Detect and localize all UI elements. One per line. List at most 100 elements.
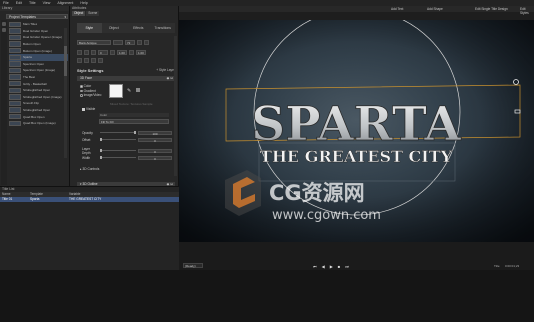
list-item[interactable]: Spectrum Open: [9, 61, 68, 68]
list-item[interactable]: Duel Grinder Open: [9, 28, 68, 35]
list-item[interactable]: Gritty - Basketball: [9, 80, 68, 87]
eye-icon[interactable]: ◉ ⊟: [167, 76, 173, 80]
subtab-transitions[interactable]: Transitions: [151, 23, 176, 33]
title-list-panel: Title List Name Template Variable Title …: [0, 186, 179, 270]
edit-styles-button[interactable]: Edit Styles: [520, 7, 534, 15]
list-item-label: Strobeglitched Open: [23, 108, 51, 113]
bold-button[interactable]: [137, 39, 142, 45]
list-view-icon[interactable]: [2, 28, 6, 32]
list-item-label: Spectrum Open: [23, 61, 45, 66]
font-row: Bank Antique 72: [77, 39, 175, 45]
width-value[interactable]: 0: [138, 155, 172, 161]
tab-scene[interactable]: Scene: [86, 11, 100, 16]
leading-field[interactable]: 0: [98, 49, 108, 55]
stop-icon[interactable]: ■: [338, 264, 340, 269]
tab-object[interactable]: Object: [72, 11, 86, 16]
library-side-toolbar: [1, 20, 7, 185]
list-item[interactable]: Spectrum Open (Image): [9, 67, 68, 74]
list-item[interactable]: Strobeglitched Open: [9, 107, 68, 114]
add-shape-button[interactable]: Add Shape: [427, 7, 443, 11]
layer-depth-slider-knob[interactable]: [100, 149, 102, 152]
library-scrollbar-thumb[interactable]: [64, 46, 67, 76]
all-caps-button[interactable]: [91, 57, 96, 63]
list-item[interactable]: Main Titles: [9, 21, 68, 28]
menu-file[interactable]: File: [3, 1, 9, 5]
play-icon[interactable]: ▶: [330, 264, 333, 269]
subtab-effects[interactable]: Effects: [126, 23, 151, 33]
bottom-empty-area: [0, 270, 534, 322]
style-settings-header: Style Settings + Style Layer: [77, 67, 175, 73]
visible-checkbox[interactable]: Visible: [82, 107, 95, 111]
add-style-layer-button[interactable]: + Style Layer: [156, 68, 175, 72]
cell-variable: THE GREATEST CITY: [69, 197, 102, 201]
list-item[interactable]: Bottom Open (Image): [9, 47, 68, 54]
tracking-field[interactable]: 1.00: [117, 49, 127, 55]
cell-name: Title 01: [2, 197, 13, 201]
align-left-button[interactable]: [77, 49, 82, 55]
3d-controls-expander[interactable]: ▸ 3D Controls: [80, 167, 99, 171]
template-thumbnail: [9, 113, 21, 120]
edit-single-title-design-button[interactable]: Edit Single Title Design: [475, 7, 508, 11]
list-item[interactable]: Smooth Flip: [9, 100, 68, 107]
watermark-brand: CG资源网: [269, 181, 365, 205]
offset-label: Offset: [82, 137, 91, 142]
list-item[interactable]: Strobeglitched Open (Image): [9, 94, 68, 101]
opacity-slider-knob[interactable]: [134, 131, 136, 134]
3d-controls-label: 3D Controls: [82, 167, 100, 171]
radio-icon: [80, 94, 83, 97]
subtab-object[interactable]: Object: [102, 23, 127, 33]
offset-slider[interactable]: [100, 138, 136, 141]
underline-button[interactable]: [77, 57, 82, 63]
color-reset-icon[interactable]: [136, 88, 140, 92]
table-row[interactable]: Title 01 Sparta THE GREATEST CITY: [0, 197, 179, 202]
menu-edit[interactable]: Edit: [16, 1, 22, 5]
list-item[interactable]: Bottom Open: [9, 41, 68, 48]
layer-depth-slider[interactable]: [100, 149, 136, 152]
list-item[interactable]: Strobeglitched Open: [9, 87, 68, 94]
library-category-value: Project Templates: [9, 15, 36, 19]
opacity-slider[interactable]: [100, 131, 136, 134]
blend-select[interactable]: Fill To Fill: [99, 119, 169, 124]
font-family-field[interactable]: Bank Antique: [77, 39, 111, 45]
fill-color-swatch[interactable]: [109, 84, 123, 98]
fill-radio-image[interactable]: Image/Video: [80, 93, 110, 98]
go-to-end-icon[interactable]: ⏭: [345, 264, 349, 269]
list-item[interactable]: Quad Box Open: [9, 113, 68, 120]
italic-button[interactable]: [144, 39, 149, 45]
library-category-select[interactable]: Project Templates ▾: [6, 14, 68, 19]
list-item[interactable]: Quad Box Open (Image): [9, 120, 68, 127]
offset-value[interactable]: 0: [138, 137, 172, 143]
opacity-value[interactable]: 100: [138, 130, 172, 136]
strikethrough-button[interactable]: [84, 57, 89, 63]
font-style-field[interactable]: [113, 39, 123, 45]
align-right-button[interactable]: [91, 49, 96, 55]
list-item[interactable]: Duel Grinder Opener (Image): [9, 34, 68, 41]
menu-view[interactable]: View: [43, 1, 51, 5]
small-caps-button[interactable]: [98, 57, 103, 63]
menu-alignment[interactable]: Alignment: [57, 1, 73, 5]
menu-title[interactable]: Title: [29, 1, 36, 5]
list-item[interactable]: Sparta: [9, 53, 68, 61]
step-back-icon[interactable]: ◀: [322, 264, 325, 269]
title-preview-canvas[interactable]: SPARTA THE GREATEST CITY CG资源网 www.cgown…: [179, 20, 534, 242]
grid-view-icon[interactable]: [2, 22, 6, 26]
offset-slider-knob[interactable]: [100, 138, 102, 141]
list-item[interactable]: The Best: [9, 74, 68, 81]
attributes-scrollbar[interactable]: [174, 36, 177, 176]
face-section-header[interactable]: 3D Face ◉ ⊟: [77, 76, 175, 81]
kerning-field[interactable]: 1.00: [136, 49, 146, 55]
kerning-icon: [129, 49, 134, 55]
menu-help[interactable]: Help: [80, 1, 87, 5]
template-thumbnail: [9, 47, 21, 54]
go-to-start-icon[interactable]: ⏮: [313, 264, 317, 269]
width-slider[interactable]: [100, 156, 136, 159]
eyedropper-icon[interactable]: ✎: [127, 88, 131, 94]
align-center-button[interactable]: [84, 49, 89, 55]
width-slider-knob[interactable]: [100, 156, 102, 159]
font-size-field[interactable]: 72: [125, 39, 135, 45]
zoom-select[interactable]: (Ready): [183, 263, 203, 268]
add-text-button[interactable]: Add Text: [391, 7, 403, 11]
template-thumbnail: [9, 21, 21, 27]
subtab-style[interactable]: Style: [77, 23, 102, 33]
layer-depth-value[interactable]: 0: [138, 148, 172, 154]
